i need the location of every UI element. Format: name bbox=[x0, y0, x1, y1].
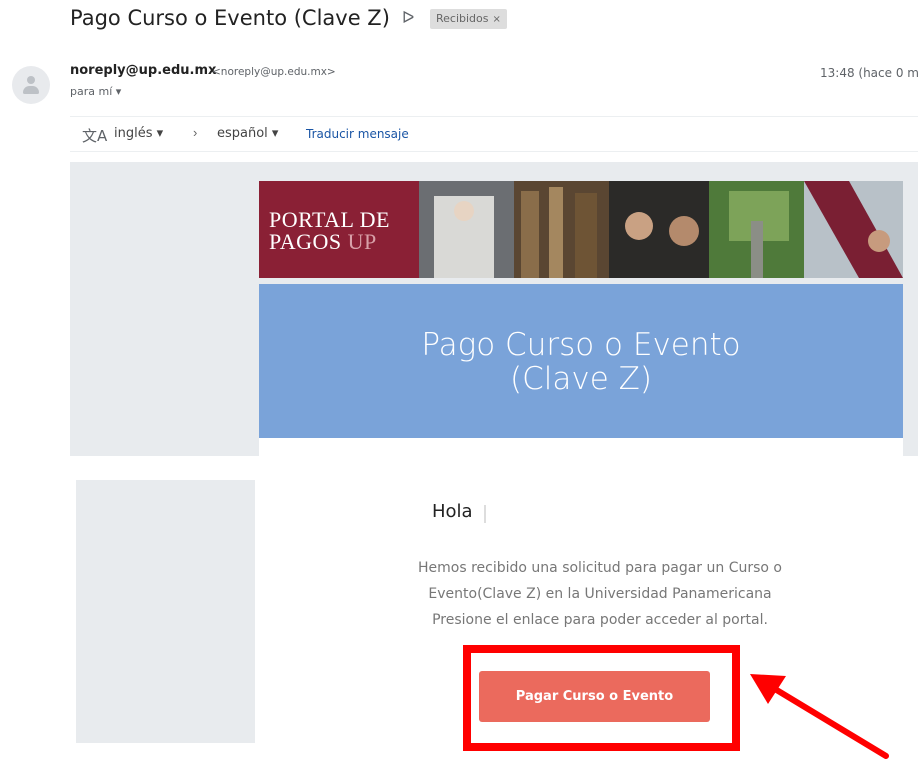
sender-name: noreply@up.edu.mx bbox=[70, 63, 217, 78]
avatar-head bbox=[27, 76, 35, 84]
email-timestamp: 13:48 (hace 0 m bbox=[820, 66, 918, 80]
label-text: Recibidos bbox=[436, 12, 489, 25]
left-gray-panel bbox=[76, 480, 255, 743]
redacted-name-mark bbox=[484, 505, 486, 523]
pointer-arrow-icon bbox=[750, 674, 889, 759]
recipient-dropdown[interactable]: para mí ▾ bbox=[70, 85, 121, 98]
message-line-3: Presione el enlace para poder acceder al… bbox=[432, 612, 768, 628]
importance-marker-icon[interactable]: ᐅ bbox=[402, 8, 414, 27]
content-card-top bbox=[259, 438, 903, 458]
avatar-body bbox=[23, 86, 39, 94]
message-line-2: Evento(Clave Z) en la Universidad Paname… bbox=[428, 586, 772, 602]
target-language-select[interactable]: español ▾ bbox=[217, 126, 278, 141]
portal-logo: PORTAL DE PAGOS UP bbox=[259, 181, 419, 278]
hero-title-line-1: Pago Curso o Evento bbox=[421, 327, 741, 363]
sender-email: <noreply@up.edu.mx> bbox=[212, 66, 336, 78]
source-language-select[interactable]: inglés ▾ bbox=[114, 126, 163, 141]
hero-header: Pago Curso o Evento (Clave Z) bbox=[259, 284, 903, 438]
logo-pagos: PAGOS bbox=[269, 229, 348, 254]
label-chip-recibidos[interactable]: Recibidos × bbox=[430, 9, 507, 29]
hero-title-line-2: (Clave Z) bbox=[510, 361, 652, 397]
message-body: Hemos recibido una solicitud para pagar … bbox=[365, 555, 835, 633]
remove-label-icon[interactable]: × bbox=[493, 14, 501, 25]
translate-message-link[interactable]: Traducir mensaje bbox=[306, 127, 409, 141]
translate-icon: 文A bbox=[82, 127, 108, 145]
logo-up: UP bbox=[347, 229, 377, 254]
message-line-1: Hemos recibido una solicitud para pagar … bbox=[418, 560, 782, 576]
email-subject: Pago Curso o Evento (Clave Z) bbox=[70, 6, 390, 30]
pay-course-button[interactable]: Pagar Curso o Evento bbox=[479, 671, 710, 722]
sender-avatar bbox=[12, 66, 50, 104]
language-arrow-icon: › bbox=[193, 125, 198, 140]
translate-bar: 文A inglés ▾ › español ▾ Traducir mensaje bbox=[70, 116, 918, 152]
greeting: Hola bbox=[432, 501, 473, 522]
logo-line-2: PAGOS UP bbox=[269, 229, 377, 255]
portal-banner: PORTAL DE PAGOS UP bbox=[259, 181, 903, 278]
